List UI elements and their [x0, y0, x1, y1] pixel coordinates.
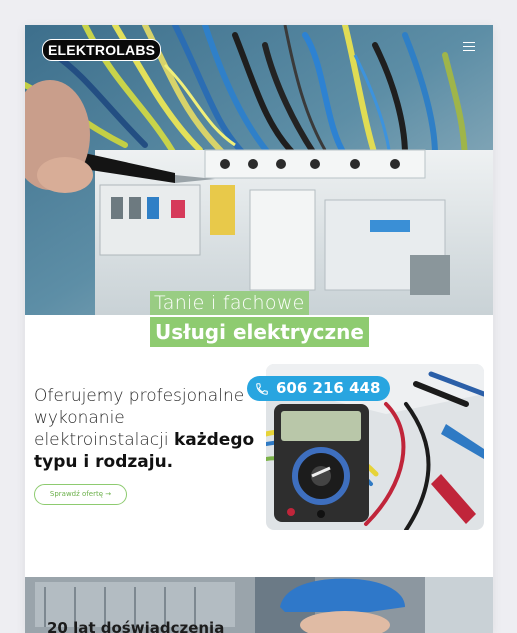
page: ELEKTROLABS Tanie i fachowe Usługi elekt… — [25, 25, 493, 633]
intro-text: Oferujemy profesjonalne wykonanie elektr… — [34, 385, 259, 473]
logo[interactable]: ELEKTROLABS — [42, 39, 162, 61]
phone-button[interactable]: 606 216 448 — [247, 376, 391, 401]
phone-number: 606 216 448 — [276, 379, 381, 397]
hero-tagline-bold: Usługi elektryczne — [150, 317, 369, 347]
check-offer-button[interactable]: Sprawdź ofertę → — [34, 484, 127, 505]
phone-icon — [256, 382, 268, 395]
hamburger-icon[interactable] — [463, 42, 475, 52]
hero-image: ELEKTROLABS — [25, 25, 493, 315]
electrical-panel-photo — [25, 25, 493, 315]
hero-tagline-light: Tanie i fachowe — [150, 291, 309, 315]
experience-heading: 20 lat doświadczenia — [47, 619, 225, 633]
